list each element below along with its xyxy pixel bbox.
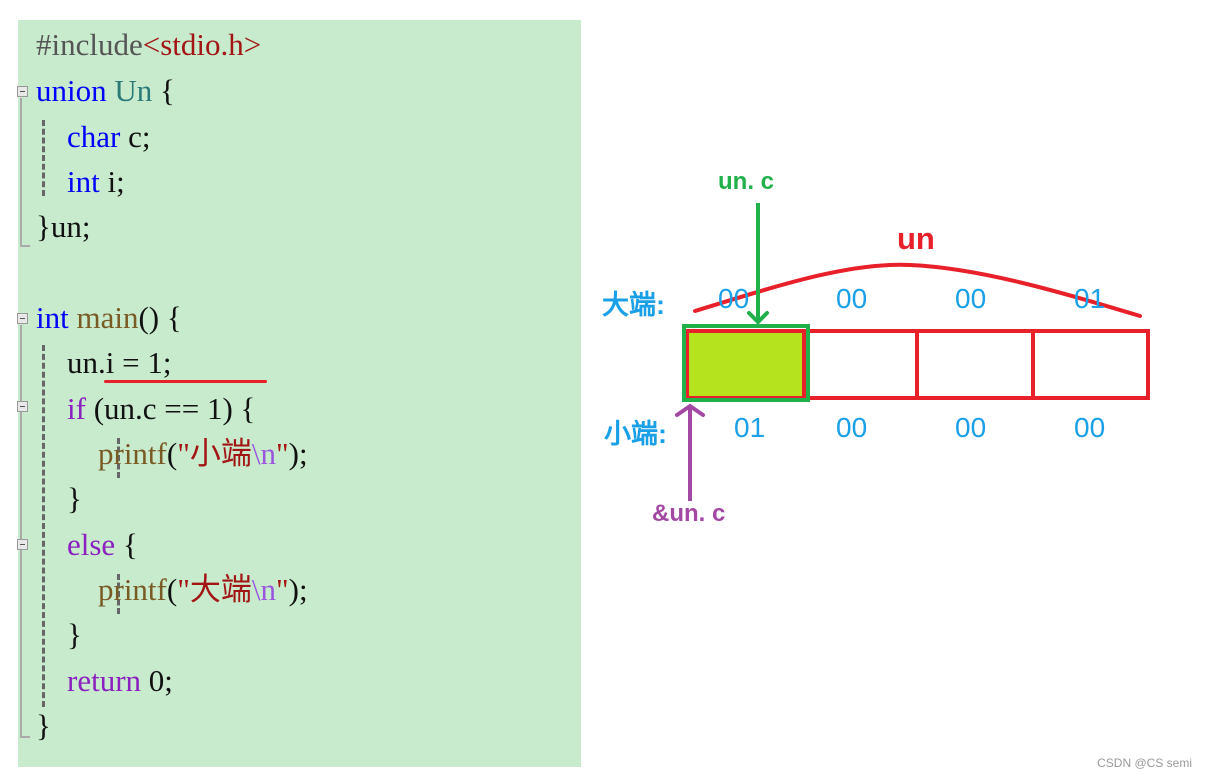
code-token: "小端 bbox=[177, 436, 252, 471]
code-token: if bbox=[36, 391, 94, 426]
code-token: "大端 bbox=[177, 572, 252, 607]
code-token: \n bbox=[251, 436, 276, 471]
fold-toggle-if[interactable] bbox=[17, 401, 28, 412]
highlight-underline bbox=[104, 380, 267, 383]
member-c-highlight bbox=[682, 324, 810, 402]
code-line: #include<stdio.h> bbox=[36, 25, 261, 65]
code-token: Un bbox=[114, 73, 161, 108]
code-token: (un.c == 1) { bbox=[93, 391, 256, 426]
code-token: " bbox=[275, 572, 289, 607]
fold-gutter-end bbox=[20, 245, 30, 247]
code-token: { bbox=[160, 73, 175, 108]
code-line: union Un { bbox=[36, 71, 175, 111]
fold-gutter-union bbox=[20, 98, 22, 246]
watermark: CSDN @CS semi bbox=[1097, 756, 1192, 770]
memory-block bbox=[685, 329, 1150, 400]
fold-toggle-main[interactable] bbox=[17, 313, 28, 324]
code-token: printf bbox=[36, 436, 167, 471]
code-line: if (un.c == 1) { bbox=[36, 389, 255, 429]
code-token: ); bbox=[288, 572, 308, 607]
code-token: i; bbox=[107, 164, 125, 199]
fold-gutter-end bbox=[20, 736, 30, 738]
code-token: { bbox=[122, 527, 138, 562]
code-token: c; bbox=[128, 119, 151, 154]
code-token: }un; bbox=[36, 209, 91, 244]
code-line: return 0; bbox=[36, 661, 173, 701]
code-line: char c; bbox=[36, 117, 150, 157]
code-line: int main() { bbox=[36, 298, 182, 338]
code-token: ( bbox=[166, 436, 178, 471]
address-label: &un. c bbox=[652, 500, 726, 527]
code-line: printf("大端\n"); bbox=[36, 570, 308, 610]
code-line: } bbox=[36, 706, 51, 746]
code-token: 0; bbox=[148, 663, 173, 698]
little-endian-byte: 01 bbox=[734, 412, 766, 443]
address-arrow-head bbox=[675, 403, 705, 417]
little-endian-byte: 00 bbox=[955, 412, 987, 443]
code-line: un.i = 1; bbox=[36, 343, 171, 383]
code-line: } bbox=[36, 615, 82, 655]
code-line: } bbox=[36, 479, 82, 519]
fold-toggle-else[interactable] bbox=[17, 539, 28, 550]
little-endian-byte: 00 bbox=[836, 412, 868, 443]
code-token: printf bbox=[36, 572, 167, 607]
little-endian-label: 小端: bbox=[604, 419, 667, 449]
code-token: main bbox=[76, 300, 139, 335]
code-token: ( bbox=[166, 572, 178, 607]
code-token: <stdio.h> bbox=[142, 27, 262, 62]
code-token: #include bbox=[36, 27, 143, 62]
code-token: return bbox=[36, 663, 149, 698]
big-endian-byte: 00 bbox=[955, 283, 987, 314]
code-token: int bbox=[36, 164, 108, 199]
member-pointer-label: un. c bbox=[718, 168, 775, 195]
little-endian-byte: 00 bbox=[1074, 412, 1106, 443]
code-token: char bbox=[36, 119, 129, 154]
member-arrow-head bbox=[747, 311, 769, 325]
byte-cell-0 bbox=[685, 329, 806, 400]
fold-gutter-main bbox=[20, 325, 22, 737]
code-line: int i; bbox=[36, 162, 125, 202]
code-token: () { bbox=[138, 300, 182, 335]
code-token: } bbox=[36, 708, 51, 743]
code-token: \n bbox=[251, 572, 276, 607]
code-token: } bbox=[36, 617, 82, 652]
big-endian-byte: 00 bbox=[836, 283, 868, 314]
big-endian-label: 大端: bbox=[602, 290, 665, 320]
code-token: " bbox=[275, 436, 289, 471]
fold-toggle-union[interactable] bbox=[17, 86, 28, 97]
code-line: else { bbox=[36, 525, 138, 565]
code-line: printf("小端\n"); bbox=[36, 434, 308, 474]
code-token: union bbox=[36, 73, 115, 108]
code-token: } bbox=[36, 481, 82, 516]
big-endian-byte: 01 bbox=[1074, 283, 1106, 314]
code-token: int bbox=[36, 300, 77, 335]
union-label: un bbox=[897, 221, 935, 256]
code-token: un.i = 1; bbox=[36, 345, 172, 380]
code-token: ); bbox=[288, 436, 308, 471]
code-token: else bbox=[36, 527, 123, 562]
big-endian-byte: 00 bbox=[718, 283, 750, 314]
code-line: }un; bbox=[36, 207, 91, 247]
